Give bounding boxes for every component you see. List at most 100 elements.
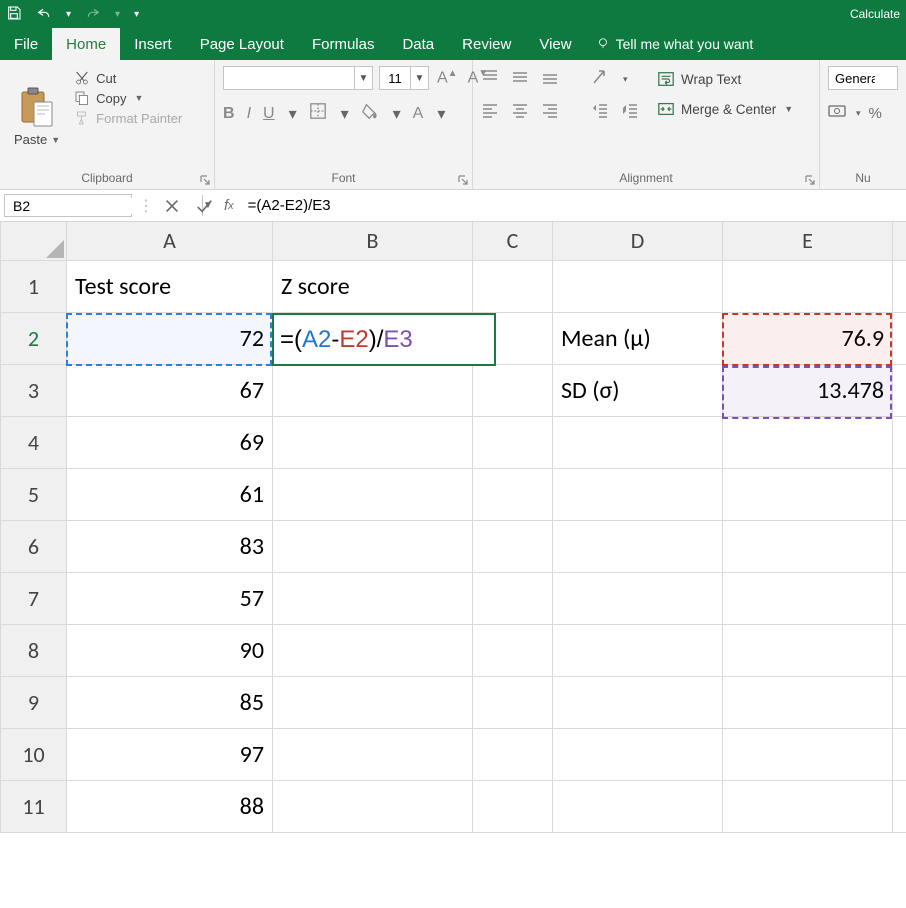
wrap-text-button[interactable]: Wrap Text	[657, 70, 793, 88]
number-format-combo[interactable]	[828, 66, 898, 90]
cell[interactable]	[723, 676, 893, 728]
cell[interactable]: Mean (μ)	[553, 312, 723, 364]
cell[interactable]	[273, 468, 473, 520]
currency-icon[interactable]	[828, 102, 846, 124]
cell[interactable]	[473, 260, 553, 312]
alignment-launcher-icon[interactable]	[804, 173, 816, 185]
col-header-b[interactable]: B	[273, 222, 473, 260]
cell[interactable]	[273, 572, 473, 624]
row-header[interactable]: 3	[1, 364, 67, 416]
tell-me-search[interactable]: Tell me what you want	[586, 28, 754, 60]
cell[interactable]	[473, 728, 553, 780]
cell[interactable]	[893, 468, 906, 520]
row-header[interactable]: 2	[1, 312, 67, 364]
cell[interactable]	[893, 260, 906, 312]
cell[interactable]	[893, 520, 906, 572]
font-size-combo[interactable]: ▼	[379, 66, 429, 90]
borders-button[interactable]	[309, 102, 327, 125]
cell[interactable]	[273, 364, 473, 416]
cell-editor[interactable]: =(A2-E2)/E3	[272, 313, 496, 366]
cell[interactable]	[723, 520, 893, 572]
align-right-icon[interactable]	[541, 101, 559, 124]
cell[interactable]: 90	[67, 624, 273, 676]
tab-page-layout[interactable]: Page Layout	[186, 28, 298, 60]
underline-button[interactable]: U	[263, 105, 275, 123]
row-header[interactable]: 11	[1, 780, 67, 832]
cell[interactable]	[273, 416, 473, 468]
cell[interactable]	[723, 780, 893, 832]
cell[interactable]	[553, 624, 723, 676]
align-middle-icon[interactable]	[511, 68, 529, 91]
tab-file[interactable]: File	[0, 28, 52, 60]
row-header[interactable]: 1	[1, 260, 67, 312]
row-header[interactable]: 6	[1, 520, 67, 572]
cell[interactable]	[893, 676, 906, 728]
cell[interactable]	[723, 468, 893, 520]
copy-button[interactable]: Copy▼	[74, 90, 182, 106]
chevron-down-icon[interactable]: ▼	[410, 67, 428, 89]
formula-input[interactable]: =(A2-E2)/E3	[242, 190, 906, 221]
row-header[interactable]: 9	[1, 676, 67, 728]
percent-icon[interactable]: %	[869, 105, 882, 122]
cell[interactable]: Z score	[273, 260, 473, 312]
tab-home[interactable]: Home	[52, 28, 120, 60]
cell[interactable]: 88	[67, 780, 273, 832]
merge-center-button[interactable]: Merge & Center▼	[657, 100, 793, 118]
cell[interactable]	[893, 728, 906, 780]
cell[interactable]	[473, 624, 553, 676]
cell[interactable]	[473, 780, 553, 832]
cell[interactable]	[553, 572, 723, 624]
col-header-f[interactable]	[893, 222, 906, 260]
cell[interactable]: 69	[67, 416, 273, 468]
row-header[interactable]: 7	[1, 572, 67, 624]
cell[interactable]: 97	[67, 728, 273, 780]
cell[interactable]	[893, 572, 906, 624]
tab-data[interactable]: Data	[388, 28, 448, 60]
cell[interactable]	[553, 416, 723, 468]
col-header-c[interactable]: C	[473, 222, 553, 260]
cell[interactable]	[723, 728, 893, 780]
cut-button[interactable]: Cut	[74, 70, 182, 86]
cell[interactable]: 57	[67, 572, 273, 624]
row-header[interactable]: 10	[1, 728, 67, 780]
cell[interactable]	[723, 416, 893, 468]
qat-customize-icon[interactable]: ▾	[134, 9, 139, 20]
cell[interactable]	[723, 572, 893, 624]
increase-indent-icon[interactable]	[621, 101, 639, 124]
cell[interactable]	[473, 416, 553, 468]
name-box[interactable]: ▼	[4, 194, 132, 217]
row-header[interactable]: 8	[1, 624, 67, 676]
row-header[interactable]: 5	[1, 468, 67, 520]
cell[interactable]: 85	[67, 676, 273, 728]
cell[interactable]: SD (σ)	[553, 364, 723, 416]
cell[interactable]	[893, 416, 906, 468]
cell[interactable]	[273, 624, 473, 676]
format-painter-button[interactable]: Format Painter	[74, 110, 182, 126]
bold-button[interactable]: B	[223, 105, 235, 123]
cell[interactable]	[273, 520, 473, 572]
cell[interactable]: 61	[67, 468, 273, 520]
col-header-e[interactable]: E	[723, 222, 893, 260]
cancel-formula-button[interactable]	[156, 190, 188, 221]
cell[interactable]	[273, 780, 473, 832]
enter-formula-button[interactable]	[188, 190, 220, 221]
cell[interactable]	[723, 260, 893, 312]
cell[interactable]	[473, 468, 553, 520]
align-left-icon[interactable]	[481, 101, 499, 124]
cell[interactable]	[553, 676, 723, 728]
font-color-button[interactable]: A	[413, 105, 424, 123]
align-bottom-icon[interactable]	[541, 68, 559, 91]
font-size-input[interactable]	[380, 67, 410, 89]
cell[interactable]	[553, 520, 723, 572]
font-launcher-icon[interactable]	[457, 173, 469, 185]
col-header-a[interactable]: A	[67, 222, 273, 260]
cell[interactable]	[723, 624, 893, 676]
align-top-icon[interactable]	[481, 68, 499, 91]
col-header-d[interactable]: D	[553, 222, 723, 260]
decrease-indent-icon[interactable]	[591, 101, 609, 124]
orientation-icon[interactable]	[591, 68, 609, 91]
cell[interactable]: Test score	[67, 260, 273, 312]
row-header[interactable]: 4	[1, 416, 67, 468]
cell[interactable]	[893, 364, 906, 416]
number-format-input[interactable]	[829, 67, 881, 89]
